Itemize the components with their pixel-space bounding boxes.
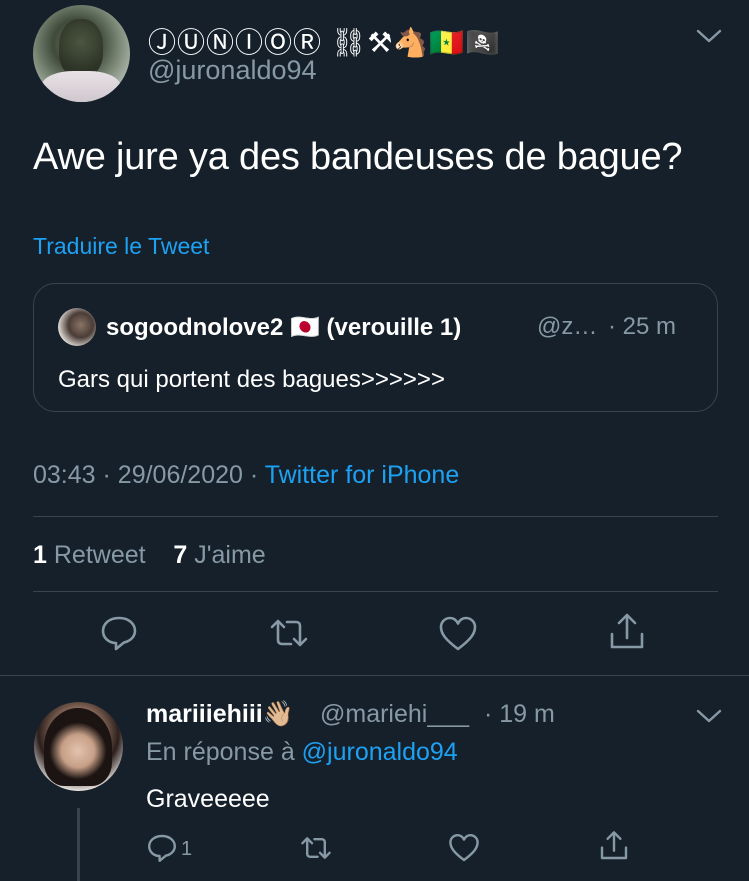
quoted-tweet-time: · 25 m [608, 313, 677, 340]
likes-stat[interactable]: 7 J'aime [173, 541, 265, 569]
author-avatar[interactable] [33, 5, 130, 102]
avatar-face [44, 708, 112, 786]
divider [33, 591, 718, 592]
retweet-icon[interactable] [300, 832, 332, 864]
divider [0, 675, 749, 676]
tweet-text: Awe jure ya des bandeuses de bague? [33, 136, 683, 178]
replying-to: En réponse à @juronaldo94 [146, 738, 458, 767]
retweets-count: 1 [33, 541, 47, 569]
likes-label: J'aime [194, 541, 266, 569]
tweet-source-link[interactable]: Twitter for iPhone [265, 461, 460, 489]
thread-line [77, 808, 80, 881]
quoted-tweet[interactable]: sogoodnolove2 🇯🇵 (verouille 1) @z… · 25 … [33, 283, 718, 412]
comment-icon[interactable] [99, 613, 139, 653]
comment-icon[interactable] [146, 832, 178, 864]
reply-count: 1 [181, 838, 193, 860]
reply-time: · 19 m [484, 700, 555, 728]
quoted-tweet-text: Gars qui portent des bagues>>>>>> [58, 366, 445, 393]
reply-text: Graveeeee [146, 785, 270, 813]
share-icon[interactable] [607, 612, 647, 652]
reply-author-avatar[interactable] [34, 702, 123, 791]
retweets-label: Retweet [53, 541, 146, 569]
quoted-author-avatar [58, 308, 96, 346]
quoted-author-name: sogoodnolove2 🇯🇵 (verouille 1) [106, 314, 462, 341]
reply-author-handle[interactable]: @mariehi___ [320, 700, 469, 729]
translate-tweet-link[interactable]: Traduire le Tweet [33, 233, 209, 260]
likes-count: 7 [173, 541, 188, 569]
avatar-shirt [41, 71, 121, 102]
replying-to-link[interactable]: @juronaldo94 [302, 738, 458, 766]
tweet-date: 29/06/2020 [117, 461, 243, 489]
share-icon[interactable] [598, 830, 630, 862]
avatar-face [59, 19, 103, 77]
meta-separator: · [102, 461, 111, 489]
heart-icon[interactable] [438, 614, 478, 654]
retweet-icon[interactable] [269, 613, 309, 653]
heart-icon[interactable] [448, 832, 480, 864]
tweet-timestamp: 03:43 · 29/06/2020 · Twitter for iPhone [33, 461, 459, 490]
retweets-stat[interactable]: 1 Retweet [33, 541, 146, 569]
chevron-down-icon[interactable] [696, 28, 722, 44]
reply-author-name[interactable]: mariiiehiii👋🏼 [146, 700, 294, 729]
chevron-down-icon[interactable] [696, 708, 722, 724]
replying-to-prefix: En réponse à [146, 738, 295, 766]
divider [33, 516, 718, 517]
meta-separator: · [249, 461, 259, 489]
author-handle[interactable]: @juronaldo94 [148, 55, 317, 86]
tweet-time: 03:43 [33, 461, 96, 489]
quoted-author-handle: @z… [537, 313, 598, 340]
tweet-stats: 1 Retweet 7 J'aime [33, 541, 266, 570]
